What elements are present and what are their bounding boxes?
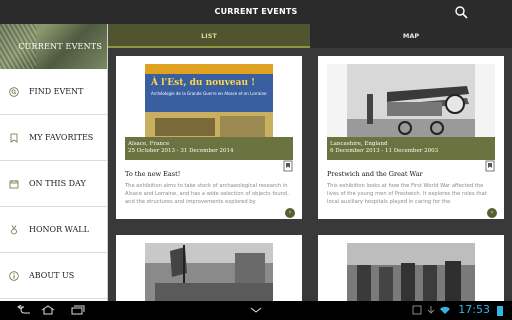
search-icon	[9, 87, 19, 97]
event-poster-graphic	[125, 64, 293, 142]
back-icon[interactable]	[16, 305, 32, 315]
poster-subtitle: Archéologie de la Grande Guerre en Alsac…	[151, 91, 267, 96]
event-title: Prestwich and the Great War	[327, 170, 423, 178]
tab-list[interactable]: LIST	[108, 24, 310, 48]
event-location: Lancashire, England	[330, 141, 388, 147]
sidebar-item-label: FIND EVENT	[29, 87, 84, 96]
download-icon	[427, 306, 435, 314]
chevron-right-icon[interactable]: ›	[487, 208, 497, 218]
search-icon[interactable]	[454, 5, 468, 19]
event-description: This exhibition looks at how the First W…	[327, 183, 487, 205]
screenshot-icon	[412, 305, 422, 315]
event-title: To the new East!	[125, 170, 181, 178]
status-clock: 17:53	[458, 303, 490, 316]
sidebar-item-find-event[interactable]: FIND EVENT	[0, 69, 107, 115]
calendar-icon	[9, 180, 19, 189]
bookmark-icon[interactable]	[485, 160, 495, 172]
home-icon[interactable]	[40, 305, 56, 315]
page-title: CURRENT EVENTS	[214, 7, 298, 16]
event-card[interactable]: À l'Est, du nouveau ! Archéologie de la …	[116, 56, 302, 219]
event-photo-image	[125, 243, 293, 301]
recent-apps-icon[interactable]	[70, 305, 86, 315]
event-location: Alsace, France	[128, 141, 170, 147]
sidebar-item-honor-wall[interactable]: HONOR WALL	[0, 207, 107, 253]
sidebar-item-about-us[interactable]: ABOUT US	[0, 253, 107, 299]
event-card[interactable]	[116, 235, 302, 301]
sidebar-item-on-this-day[interactable]: ON THIS DAY	[0, 161, 107, 207]
soldiers-photo	[347, 243, 475, 301]
poster-title: À l'Est, du nouveau !	[151, 78, 256, 88]
bookmark-icon	[10, 133, 18, 143]
event-description: The exhibition aims to take stock of arc…	[125, 183, 289, 205]
battery-icon	[497, 306, 503, 316]
biplane-photo	[327, 64, 495, 142]
event-card[interactable]: Lancashire, England 6 December 2013 - 11…	[318, 56, 504, 219]
wifi-icon	[440, 306, 450, 314]
chevron-right-icon[interactable]: ›	[285, 208, 295, 218]
chevron-down-icon[interactable]	[248, 305, 264, 315]
view-tabs: LIST MAP	[108, 24, 512, 48]
event-dates: 25 October 2013 - 31 December 2014	[128, 148, 234, 154]
event-info-band: Lancashire, England 6 December 2013 - 11…	[327, 137, 495, 160]
event-photo-image	[327, 243, 495, 301]
info-icon	[9, 271, 19, 281]
sidebar-header-label: CURRENT EVENTS	[18, 42, 102, 51]
event-info-band: Alsace, France 25 October 2013 - 31 Dece…	[125, 137, 293, 160]
event-poster-image: À l'Est, du nouveau ! Archéologie de la …	[125, 64, 293, 142]
system-nav-bar: 17:53	[0, 301, 512, 320]
bookmark-icon[interactable]	[283, 160, 293, 172]
medal-icon	[11, 225, 17, 235]
action-bar: CURRENT EVENTS	[0, 0, 512, 24]
event-photo-image	[327, 64, 495, 142]
event-card[interactable]	[318, 235, 504, 301]
event-dates: 6 December 2013 - 11 December 2003	[330, 148, 439, 154]
sidebar-menu: FIND EVENT MY FAVORITES ON THIS DAY HONO…	[0, 69, 107, 299]
sidebar-item-label: HONOR WALL	[29, 225, 89, 234]
tab-map[interactable]: MAP	[310, 24, 512, 48]
sidebar-item-label: ON THIS DAY	[29, 179, 86, 188]
event-list[interactable]: À l'Est, du nouveau ! Archéologie de la …	[108, 48, 512, 301]
sidebar-item-label: ABOUT US	[29, 271, 75, 280]
sidebar: CURRENT EVENTS FIND EVENT MY FAVORITES O…	[0, 24, 108, 301]
sidebar-item-label: MY FAVORITES	[29, 133, 94, 142]
sidebar-item-my-favorites[interactable]: MY FAVORITES	[0, 115, 107, 161]
parade-photo	[145, 243, 273, 301]
sidebar-header: CURRENT EVENTS	[0, 24, 107, 69]
